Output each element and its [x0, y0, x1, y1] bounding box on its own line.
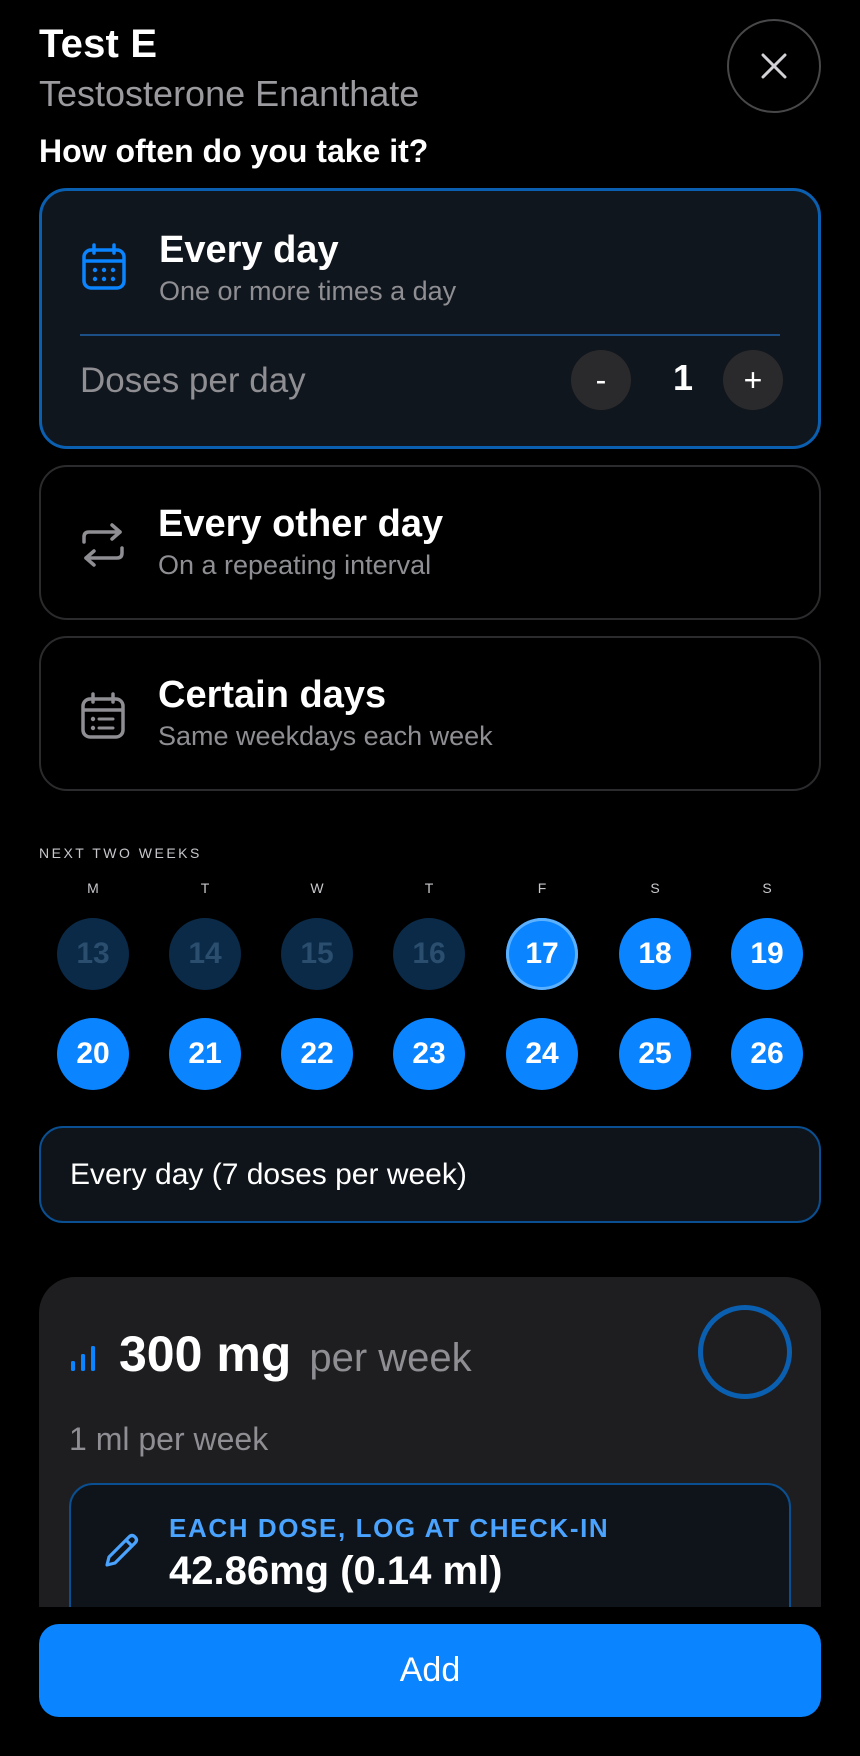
header: Test E Testosterone Enanthate	[39, 22, 419, 115]
calendar-day[interactable]: 13	[57, 918, 129, 990]
calendar-day[interactable]: 24	[506, 1018, 578, 1090]
repeat-icon	[79, 521, 127, 569]
weekday-label: T	[424, 880, 434, 896]
calendar-day[interactable]: 25	[619, 1018, 691, 1090]
doses-value: 1	[672, 357, 694, 398]
weekly-ml: 1 ml per week	[69, 1421, 269, 1457]
progress-ring	[698, 1305, 792, 1399]
calendar-day[interactable]: 21	[169, 1018, 241, 1090]
increment-button[interactable]: +	[723, 350, 783, 410]
close-button[interactable]	[727, 19, 821, 113]
option-every-other-day[interactable]: Every other day On a repeating interval	[39, 465, 821, 620]
option-title: Every other day	[158, 503, 444, 545]
weekday-label: W	[310, 880, 324, 896]
each-dose-box[interactable]: EACH DOSE, LOG AT CHECK-IN 42.86mg (0.14…	[69, 1483, 791, 1607]
weekday-label: S	[650, 880, 660, 896]
calendar-day[interactable]: 15	[281, 918, 353, 990]
each-dose-value: 42.86mg (0.14 ml)	[169, 1549, 503, 1593]
each-dose-label: EACH DOSE, LOG AT CHECK-IN	[169, 1513, 610, 1543]
add-button[interactable]: Add	[39, 1624, 821, 1717]
frequency-question: How often do you take it?	[39, 133, 429, 169]
signal-bars-icon	[71, 1346, 95, 1371]
calendar-day[interactable]: 23	[393, 1018, 465, 1090]
option-subtitle: On a repeating interval	[158, 550, 432, 580]
calendar-day[interactable]: 26	[731, 1018, 803, 1090]
page-subtitle: Testosterone Enanthate	[39, 73, 420, 114]
calendar-day[interactable]: 17	[506, 918, 578, 990]
option-subtitle: Same weekdays each week	[158, 721, 493, 751]
dose-panel: 300 mg per week 1 ml per week EACH DOSE,…	[39, 1277, 821, 1607]
option-every-day[interactable]: Every day One or more times a day Doses …	[39, 188, 821, 449]
weekday-label: S	[762, 880, 772, 896]
schedule-summary: Every day (7 doses per week)	[39, 1126, 821, 1223]
option-subtitle: One or more times a day	[159, 276, 457, 306]
page-title: Test E	[39, 22, 158, 66]
close-icon	[761, 53, 787, 79]
calendar-icon	[80, 243, 128, 291]
option-title: Certain days	[158, 674, 387, 716]
weekday-label: F	[537, 880, 547, 896]
weekday-label: T	[200, 880, 210, 896]
doses-per-day-label: Doses per day	[80, 361, 306, 400]
option-certain-days[interactable]: Certain days Same weekdays each week	[39, 636, 821, 791]
calendar-day[interactable]: 20	[57, 1018, 129, 1090]
calendar-day[interactable]: 19	[731, 918, 803, 990]
weekly-dose-unit: per week	[309, 1336, 472, 1380]
calendar-day[interactable]: 18	[619, 918, 691, 990]
weekday-label: M	[87, 880, 99, 896]
weekly-dose-amount[interactable]: 300 mg	[119, 1325, 291, 1383]
calendar-day[interactable]: 16	[393, 918, 465, 990]
calendar-day[interactable]: 22	[281, 1018, 353, 1090]
option-title: Every day	[159, 229, 339, 271]
calendar-day[interactable]: 14	[169, 918, 241, 990]
next-two-weeks-label: NEXT TWO WEEKS	[39, 845, 202, 861]
pencil-icon	[105, 1533, 139, 1567]
divider	[80, 334, 780, 336]
calendar-list-icon	[79, 692, 127, 740]
decrement-button[interactable]: -	[571, 350, 631, 410]
